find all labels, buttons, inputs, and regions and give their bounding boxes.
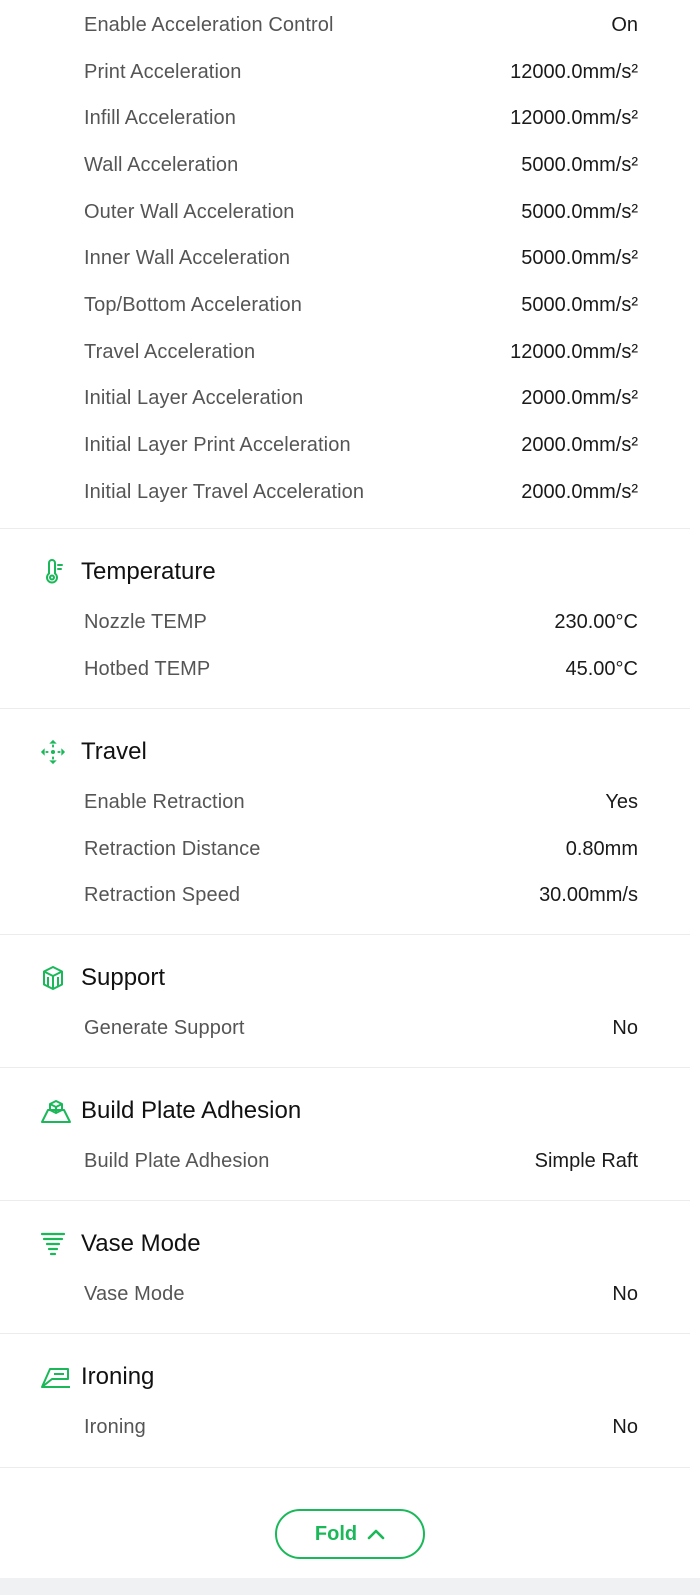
setting-label: Wall Acceleration [84,153,239,176]
section-title: Ironing [81,1363,155,1390]
setting-value: 12000.0mm/s² [510,60,638,83]
section-divider [0,1067,690,1068]
list-item: Infill Acceleration 12000.0mm/s² [0,95,700,142]
section-travel: Travel Enable Retraction Yes Retraction D… [0,729,700,919]
setting-label: Top/Bottom Acceleration [84,293,302,316]
setting-label: Vase Mode [84,1282,185,1305]
setting-value: 5000.0mm/s² [521,200,638,223]
setting-value: 5000.0mm/s² [521,247,638,270]
setting-value: 45.00°C [565,657,639,680]
setting-label: Enable Retraction [84,790,245,813]
list-item: Initial Layer Travel Acceleration 2000.0m… [0,469,700,516]
acceleration-list: Enable Acceleration Control On Print Acce… [0,2,700,516]
section-title: Travel [81,738,147,765]
setting-value: No [612,1415,638,1438]
setting-value: No [612,1282,638,1305]
chevron-up-icon [367,1528,385,1540]
setting-value: 5000.0mm/s² [521,153,638,176]
setting-label: Initial Layer Print Acceleration [84,434,351,457]
move-arrows-icon [40,739,66,765]
list-item: Generate Support No [0,1005,700,1052]
section-ironing: Ironing Ironing No [0,1354,700,1451]
section-divider [0,528,690,529]
thermometer-icon [40,559,66,585]
list-item: Build Plate Adhesion Simple Raft [0,1138,700,1185]
list-item: Initial Layer Print Acceleration 2000.0mm… [0,422,700,469]
list-item: Enable Acceleration Control On [0,2,700,49]
setting-label: Travel Acceleration [84,340,256,363]
setting-label: Inner Wall Acceleration [84,247,291,270]
list-item: Initial Layer Acceleration 2000.0mm/s² [0,376,700,423]
setting-label: Initial Layer Travel Acceleration [84,480,365,503]
setting-value: 0.80mm [565,837,638,860]
setting-label: Build Plate Adhesion [84,1149,270,1172]
list-item: Vase Mode No [0,1271,700,1318]
print-settings-page: Enable Acceleration Control On Print Acce… [0,0,700,1595]
list-item: Retraction Speed 30.00mm/s [0,872,700,919]
setting-value: 2000.0mm/s² [521,434,638,457]
setting-value: Simple Raft [534,1149,638,1172]
setting-label: Print Acceleration [84,60,242,83]
setting-label: Infill Acceleration [84,107,236,130]
section-header: Vase Mode [0,1221,700,1267]
section-title: Vase Mode [81,1230,201,1257]
section-header: Build Plate Adhesion [0,1088,700,1134]
build-plate-icon [40,1098,72,1124]
setting-value: 12000.0mm/s² [510,107,638,130]
setting-value: 230.00°C [554,610,638,633]
list-item: Top/Bottom Acceleration 5000.0mm/s² [0,282,700,329]
ironing-icon [40,1364,72,1390]
list-item: Retraction Distance 0.80mm [0,826,700,873]
setting-label: Nozzle TEMP [84,610,207,633]
section-title: Build Plate Adhesion [81,1097,302,1124]
section-divider [0,934,690,935]
section-divider [0,1200,690,1201]
list-item: Enable Retraction Yes [0,779,700,826]
vase-spiral-icon [40,1231,66,1257]
bottom-bar [0,1578,700,1595]
fold-area: Fold [0,1495,700,1573]
section-header: Ironing [0,1354,700,1400]
list-item: Travel Acceleration 12000.0mm/s² [0,329,700,376]
list-item: Inner Wall Acceleration 5000.0mm/s² [0,235,700,282]
section-divider [0,1467,690,1468]
section-title: Temperature [81,558,216,585]
setting-label: Retraction Distance [84,837,261,860]
section-build-plate-adhesion: Build Plate Adhesion Build Plate Adhesio… [0,1088,700,1185]
setting-value: 2000.0mm/s² [521,480,638,503]
list-item: Wall Acceleration 5000.0mm/s² [0,142,700,189]
fold-label: Fold [314,1522,358,1545]
setting-label: Hotbed TEMP [84,657,211,680]
setting-value: 5000.0mm/s² [521,293,638,316]
section-header: Travel [0,729,700,775]
section-header: Support [0,955,700,1001]
section-header: Temperature [0,549,700,595]
list-item: Nozzle TEMP 230.00°C [0,599,700,646]
setting-label: Initial Layer Acceleration [84,387,304,410]
setting-label: Ironing [84,1415,146,1438]
section-vase-mode: Vase Mode Vase Mode No [0,1221,700,1318]
list-item: Print Acceleration 12000.0mm/s² [0,49,700,96]
setting-value: On [611,13,638,36]
setting-label: Enable Acceleration Control [84,13,334,36]
section-divider [0,1333,690,1334]
list-item: Ironing No [0,1404,700,1451]
setting-label: Generate Support [84,1016,245,1039]
list-item: Outer Wall Acceleration 5000.0mm/s² [0,189,700,236]
section-divider [0,708,690,709]
setting-value: No [612,1016,638,1039]
setting-value: Yes [605,790,638,813]
support-cube-icon [40,965,66,991]
section-title: Support [81,964,166,991]
list-item: Hotbed TEMP 45.00°C [0,646,700,693]
setting-label: Outer Wall Acceleration [84,200,295,223]
setting-value: 30.00mm/s [539,884,638,907]
fold-button[interactable]: Fold [275,1509,425,1559]
setting-value: 2000.0mm/s² [521,387,638,410]
setting-label: Retraction Speed [84,884,241,907]
section-support: Support Generate Support No [0,955,700,1052]
section-temperature: Temperature Nozzle TEMP 230.00°C Hotbed T… [0,549,700,692]
setting-value: 12000.0mm/s² [510,340,638,363]
